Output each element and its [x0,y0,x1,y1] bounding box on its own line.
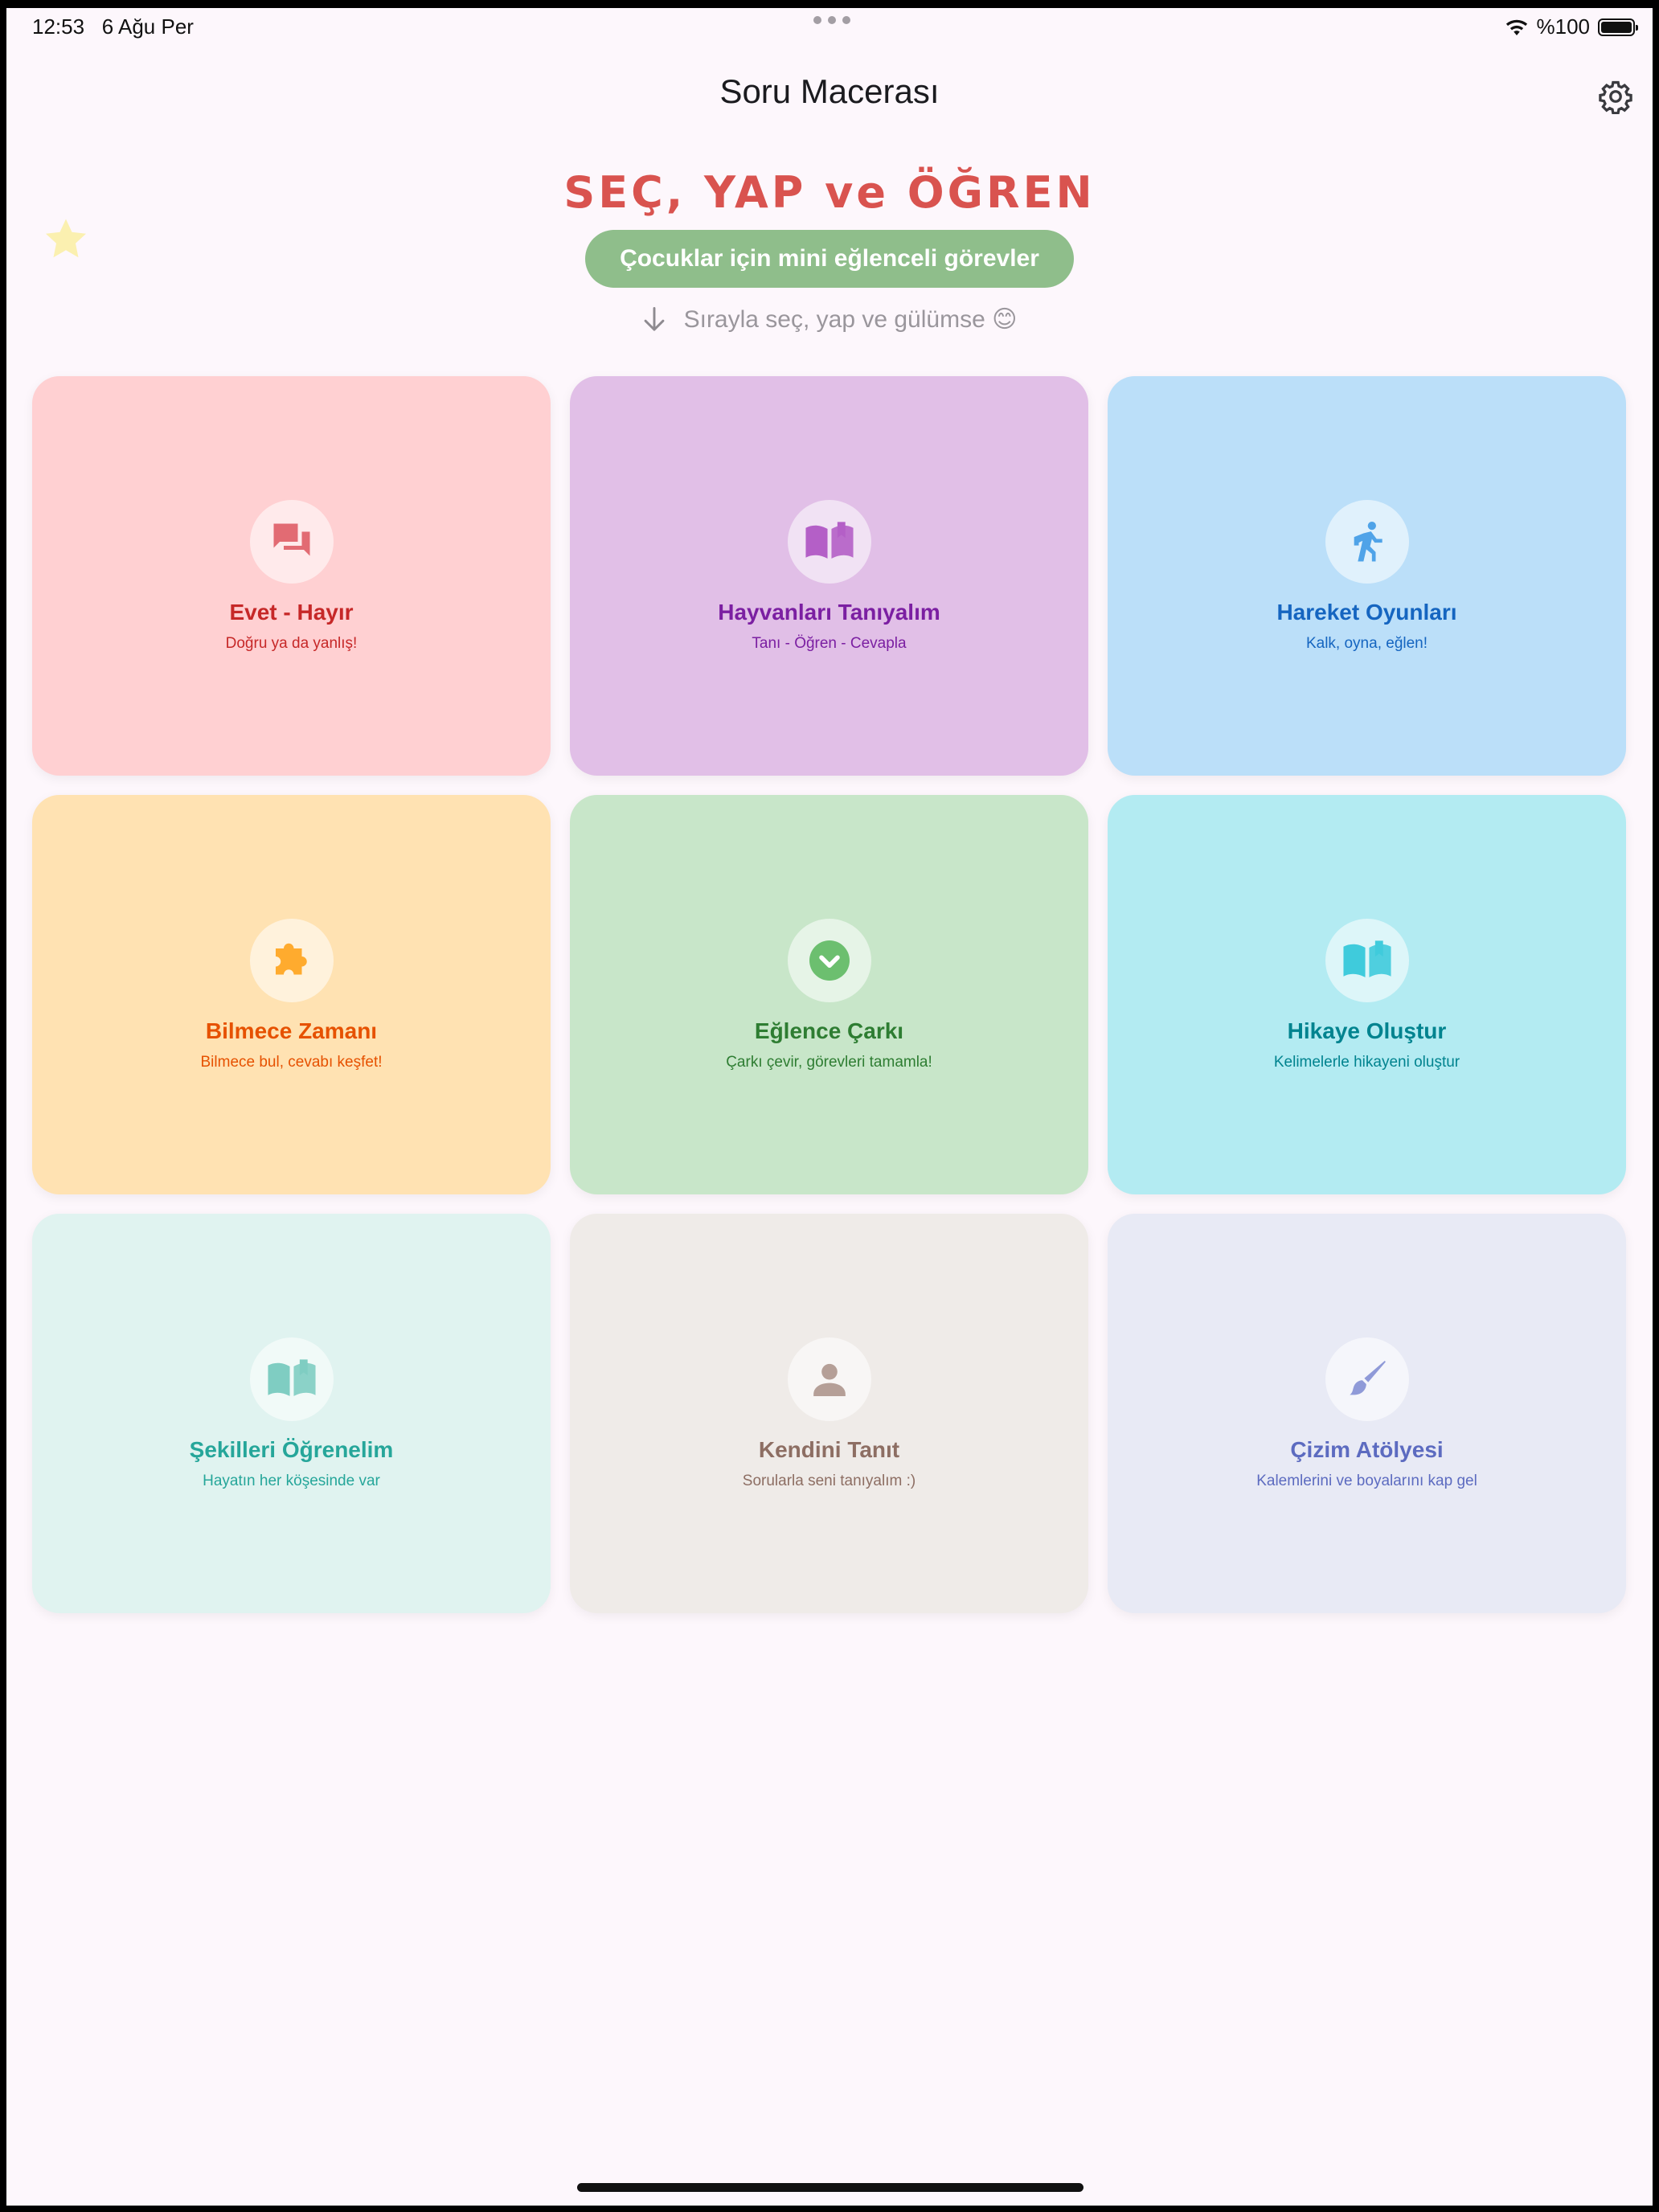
star-icon [46,219,86,258]
puzzle-icon [249,919,334,1002]
status-date: 6 Ağu Per [101,14,194,39]
task-card[interactable]: Kendini Tanıt Sorularla seni tanıyalım :) [570,1214,1088,1613]
headline: SEÇ, YAP ve ÖĞREN [563,167,1096,218]
card-subtitle: Kelimelerle hikayeni oluştur [1273,1054,1460,1071]
wifi-icon [1505,19,1527,35]
task-grid: Evet - Hayır Doğru ya da yanlış! Hayvanlar… [32,376,1628,1613]
gear-icon [1599,80,1632,114]
battery-percent: %100 [1536,14,1591,39]
chat-bubbles-icon [249,500,334,584]
tagline-pill: Çocuklar için mini eğlenceli görevler [585,230,1074,288]
settings-button[interactable] [1593,74,1638,119]
app-screen: 12:53 6 Ağu Per %100 Soru Macerası SEÇ, … [6,8,1653,2206]
book-icon [787,500,871,584]
card-title: Evet - Hayır [229,600,354,625]
task-card[interactable]: Çizim Atölyesi Kalemlerini ve boyalarını … [1108,1214,1626,1613]
multitasking-dots-icon[interactable] [813,16,850,24]
card-subtitle: Hayatın her köşesinde var [203,1473,380,1489]
status-time: 12:53 [32,14,85,39]
book-icon [249,1337,334,1421]
card-subtitle: Çarkı çevir, görevleri tamamla! [726,1054,932,1071]
home-indicator[interactable] [577,2183,1083,2192]
status-clock: 12:53 6 Ağu Per [32,14,194,39]
battery-icon [1598,18,1638,36]
task-card[interactable]: Evet - Hayır Doğru ya da yanlış! [32,376,551,776]
card-subtitle: Sorularla seni tanıyalım :) [742,1473,916,1489]
brush-icon [1325,1337,1409,1421]
arrow-down-icon [644,306,664,331]
card-subtitle: Kalk, oyna, eğlen! [1305,635,1428,652]
card-title: Çizim Atölyesi [1290,1437,1444,1462]
card-subtitle: Tanı - Öğren - Cevapla [752,635,907,652]
card-subtitle: Kalemlerini ve boyalarını kap gel [1256,1473,1477,1489]
book-icon [1325,919,1409,1002]
card-title: Hareket Oyunları [1276,600,1457,625]
task-card[interactable]: Şekilleri Öğrenelim Hayatın her köşesinde… [32,1214,551,1613]
task-card[interactable]: Bilmece Zamanı Bilmece bul, cevabı keşfet… [32,795,551,1194]
card-subtitle: Bilmece bul, cevabı keşfet! [200,1054,383,1071]
person-icon [787,1337,871,1421]
card-title: Kendini Tanıt [758,1437,900,1462]
task-card[interactable]: Hayvanları Tanıyalım Tanı - Öğren - Cevap… [570,376,1088,776]
task-card[interactable]: Eğlence Çarkı Çarkı çevir, görevleri tama… [570,795,1088,1194]
task-card[interactable]: Hareket Oyunları Kalk, oyna, eğlen! [1108,376,1626,776]
task-card[interactable]: Hikaye Oluştur Kelimelerle hikayeni oluşt… [1108,795,1626,1194]
card-title: Eğlence Çarkı [754,1018,904,1043]
app-title: Soru Macerası [719,72,940,110]
hint-text: Sırayla seç, yap ve gülümse 😊 [683,306,1018,333]
status-indicators: %100 [1505,14,1638,39]
card-title: Hikaye Oluştur [1287,1018,1447,1043]
card-title: Şekilleri Öğrenelim [189,1437,394,1462]
card-title: Hayvanları Tanıyalım [718,600,940,625]
hint-row: Sırayla seç, yap ve gülümse 😊 [6,305,1653,334]
status-bar: 12:53 6 Ağu Per %100 [6,8,1653,56]
card-title: Bilmece Zamanı [205,1018,378,1043]
card-subtitle: Doğru ya da yanlış! [225,635,358,652]
running-icon [1325,500,1409,584]
chevron-circle-icon [787,919,871,1002]
